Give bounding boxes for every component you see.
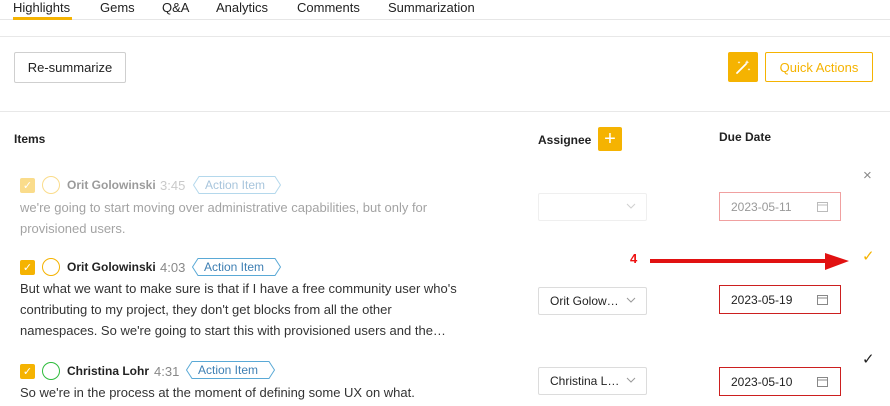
timestamp[interactable]: 4:03 <box>160 260 185 275</box>
speaker-name: Orit Golowinski <box>67 260 156 274</box>
due-date-input[interactable]: 2023-05-11 <box>719 192 841 221</box>
table-row: ✓ Orit Golowinski 3:45 Action Item we're… <box>0 167 890 240</box>
chevron-down-icon <box>626 203 636 209</box>
chevron-down-icon <box>626 297 636 303</box>
avatar <box>42 362 60 380</box>
action-item-tag[interactable]: Action Item <box>193 176 281 194</box>
item-text: But what we want to make sure is that if… <box>20 281 457 338</box>
assignee-select[interactable]: Christina L… <box>538 367 647 395</box>
annotation-arrow-icon <box>650 253 849 270</box>
tag-label: Action Item <box>198 363 259 377</box>
magic-wand-icon <box>736 60 751 74</box>
tag-label: Action Item <box>205 178 266 192</box>
due-date-value: 2023-05-19 <box>731 292 793 307</box>
toolbar: Re-summarize Quick Actions <box>0 36 890 112</box>
items-column-header: Items <box>14 132 46 146</box>
due-date-value: 2023-05-11 <box>731 199 792 214</box>
tab-comments[interactable]: Comments <box>297 0 360 15</box>
active-tab-indicator <box>13 17 72 20</box>
avatar <box>42 176 60 194</box>
check-icon[interactable]: ✓ <box>862 247 875 265</box>
due-date-input[interactable]: 2023-05-10 <box>719 367 841 396</box>
magic-wand-button[interactable] <box>728 52 758 82</box>
tab-highlights[interactable]: Highlights <box>13 0 70 15</box>
tab-summarization[interactable]: Summarization <box>388 0 475 15</box>
quick-actions-button[interactable]: Quick Actions <box>765 52 873 82</box>
tag-label: Action Item <box>204 260 265 274</box>
check-icon[interactable]: ✓ <box>862 350 875 368</box>
item-text: we're going to start moving over adminis… <box>20 200 428 236</box>
assignee-column-header: Assignee <box>538 133 592 147</box>
row-checkbox[interactable]: ✓ <box>20 364 35 379</box>
calendar-icon <box>817 377 828 387</box>
due-date-column-header: Due Date <box>719 130 772 144</box>
close-icon[interactable]: × <box>863 167 872 184</box>
assignee-value: Orit Golow… <box>550 294 619 308</box>
action-item-tag[interactable]: Action Item <box>192 258 281 276</box>
calendar-icon <box>817 202 828 212</box>
resummarize-button[interactable]: Re-summarize <box>14 52 126 83</box>
row-checkbox[interactable]: ✓ <box>20 260 35 275</box>
tab-bar: Highlights Gems Q&A Analytics Comments S… <box>0 0 890 20</box>
avatar <box>42 258 60 276</box>
row-checkbox[interactable]: ✓ <box>20 178 35 193</box>
tab-analytics[interactable]: Analytics <box>216 0 268 15</box>
tab-gems[interactable]: Gems <box>100 0 135 15</box>
action-item-tag[interactable]: Action Item <box>186 361 275 379</box>
speaker-name: Orit Golowinski <box>67 178 156 192</box>
annotation-number: 4 <box>630 251 638 266</box>
tab-qa[interactable]: Q&A <box>162 0 189 15</box>
timestamp[interactable]: 3:45 <box>160 178 185 193</box>
add-assignee-button[interactable]: + <box>598 127 622 151</box>
timestamp[interactable]: 4:31 <box>154 364 179 379</box>
assignee-select[interactable] <box>538 193 647 221</box>
assignee-value: Christina L… <box>550 374 620 388</box>
due-date-value: 2023-05-10 <box>731 374 793 389</box>
speaker-name: Christina Lohr <box>67 364 150 378</box>
due-date-input[interactable]: 2023-05-19 <box>719 285 841 314</box>
chevron-down-icon <box>626 377 636 383</box>
assignee-select[interactable]: Orit Golow… <box>538 287 647 315</box>
table-row: ✓ Christina Lohr 4:31 Action Item So we'… <box>0 351 890 406</box>
calendar-icon <box>817 295 828 305</box>
item-text: So we're in the process at the moment of… <box>20 385 415 400</box>
